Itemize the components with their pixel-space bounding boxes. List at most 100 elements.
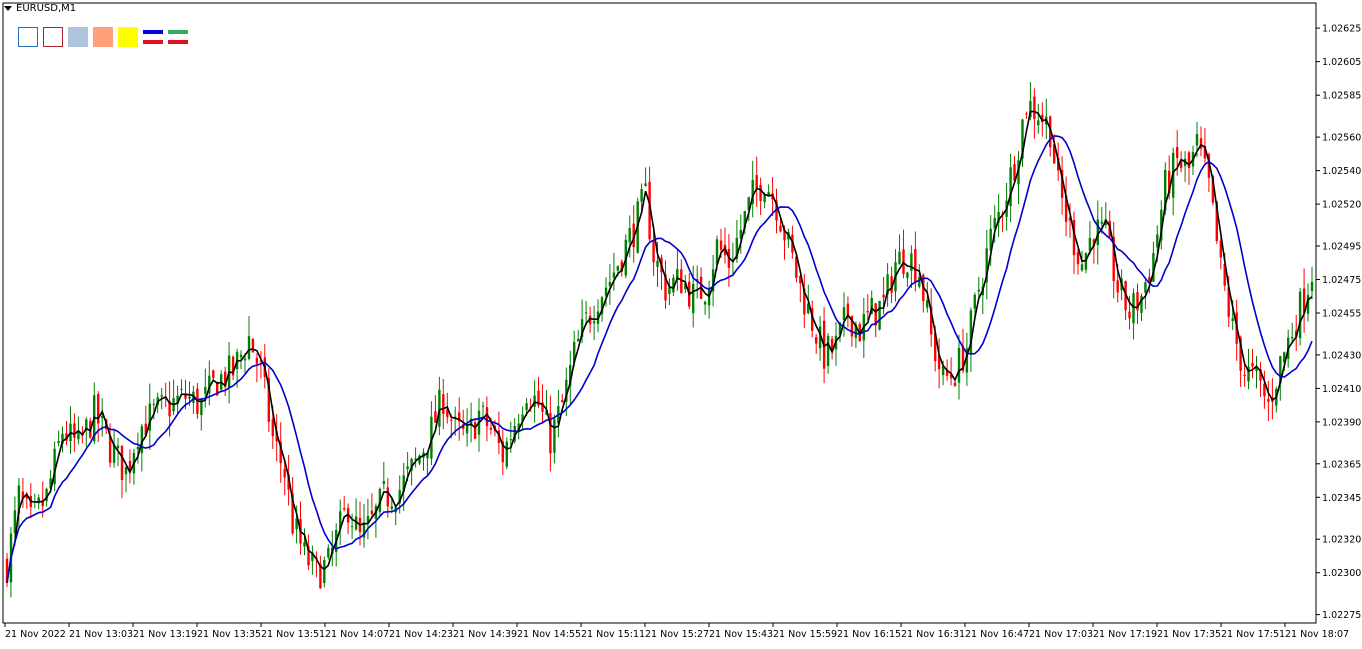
price-tick-label: 1.02520 bbox=[1322, 200, 1361, 211]
candle-bear bbox=[1251, 362, 1254, 367]
candle-bear bbox=[255, 358, 259, 364]
line-top-stroke bbox=[143, 30, 163, 34]
line-style-button-1[interactable] bbox=[143, 27, 163, 47]
candle-bull bbox=[918, 277, 921, 287]
price-tick-label: 1.02430 bbox=[1322, 350, 1361, 361]
candle-bull bbox=[509, 439, 512, 441]
time-tick-label: 21 Nov 15:59 bbox=[773, 629, 837, 640]
collapse-triangle-icon[interactable] bbox=[4, 6, 12, 11]
candle-bear bbox=[1128, 311, 1131, 319]
candle-bull bbox=[604, 287, 608, 296]
price-tick-label: 1.02320 bbox=[1322, 535, 1361, 546]
candle-bull bbox=[481, 405, 485, 407]
time-tick-label: 21 Nov 16:15 bbox=[837, 629, 901, 640]
candle-bear bbox=[212, 370, 215, 378]
candle-bear bbox=[343, 508, 346, 510]
price-tick-label: 1.02275 bbox=[1322, 610, 1361, 621]
candle-bull bbox=[926, 300, 929, 308]
highlight-color-swatch[interactable] bbox=[118, 27, 138, 47]
candle-bull bbox=[101, 416, 104, 419]
candle-bear bbox=[1076, 252, 1080, 265]
line-style-button-2[interactable] bbox=[168, 27, 188, 47]
bear-candle-outline-swatch[interactable] bbox=[43, 27, 63, 47]
candle-bull bbox=[382, 481, 385, 484]
candle-bear bbox=[652, 240, 655, 263]
candle-bull bbox=[533, 395, 536, 407]
candle-bull bbox=[525, 403, 528, 411]
candle-bull bbox=[323, 560, 326, 583]
price-tick-label: 1.02365 bbox=[1322, 459, 1361, 470]
bull-body-color-swatch[interactable] bbox=[68, 27, 88, 47]
price-tick-label: 1.02560 bbox=[1322, 133, 1361, 144]
candle-bull bbox=[692, 284, 695, 314]
candle-bull bbox=[898, 251, 901, 265]
candle-bull bbox=[136, 446, 140, 450]
candle-bear bbox=[1033, 96, 1036, 120]
candle-bear bbox=[755, 175, 758, 189]
candle-bull bbox=[1144, 282, 1147, 293]
candle-bull bbox=[973, 294, 976, 309]
candle-bear bbox=[1116, 280, 1119, 293]
time-tick-label: 21 Nov 15:11 bbox=[581, 629, 645, 640]
candle-bull bbox=[124, 467, 128, 475]
time-axis: 21 Nov 2022 21 Nov 13:03 21 Nov 13:19 21 No… bbox=[4, 623, 1349, 640]
candle-bull bbox=[703, 301, 707, 305]
bear-body-color-swatch[interactable] bbox=[93, 27, 113, 47]
time-tick-label: 21 Nov 17:03 bbox=[1029, 629, 1093, 640]
candle-bull bbox=[1037, 120, 1040, 126]
time-tick-label: 21 Nov 14:39 bbox=[453, 629, 517, 640]
candle-bull bbox=[826, 335, 830, 366]
line-top-stroke bbox=[168, 30, 188, 34]
candle-bull bbox=[577, 338, 580, 342]
plot-frame bbox=[2, 2, 1317, 624]
time-tick-label: 21 Nov 17:35 bbox=[1157, 629, 1221, 640]
price-chart[interactable]: 1.02625 1.02605 1.02585 1.02560 1.02540 1.025… bbox=[0, 0, 1362, 645]
chart-area[interactable]: 1.02625 1.02605 1.02585 1.02560 1.02540 1.025… bbox=[0, 0, 1362, 645]
candle-bear bbox=[561, 400, 564, 403]
bull-candle-outline-swatch[interactable] bbox=[18, 27, 38, 47]
candle-bull bbox=[608, 282, 612, 286]
candle-bull bbox=[243, 358, 247, 361]
candle-bull bbox=[465, 425, 469, 434]
candle-bull bbox=[584, 312, 588, 314]
candle-bear bbox=[283, 468, 286, 478]
candle-bear bbox=[882, 294, 885, 298]
candle-bull bbox=[505, 441, 508, 467]
candle-bull bbox=[910, 253, 913, 271]
candle-bear bbox=[450, 419, 453, 421]
candle-bear bbox=[1267, 399, 1270, 402]
time-tick-label: 21 Nov 2022 bbox=[5, 629, 66, 640]
time-tick-label: 21 Nov 14:23 bbox=[389, 629, 453, 640]
candle-bull bbox=[656, 260, 659, 267]
candle-bull bbox=[957, 347, 961, 383]
candle-bull bbox=[1310, 282, 1314, 292]
color-toolbar bbox=[18, 27, 188, 47]
time-tick-label: 21 Nov 16:47 bbox=[965, 629, 1029, 640]
time-tick-label: 21 Nov 15:27 bbox=[645, 629, 709, 640]
candle-bear bbox=[914, 249, 917, 283]
time-tick-label: 21 Nov 13:35 bbox=[197, 629, 261, 640]
line-bottom-stroke bbox=[168, 40, 188, 44]
time-tick-label: 21 Nov 14:07 bbox=[325, 629, 389, 640]
chart-title[interactable]: EURUSD,M1 bbox=[4, 3, 76, 14]
candle-bull bbox=[612, 272, 616, 278]
candle-bull bbox=[204, 387, 207, 394]
candle-bull bbox=[592, 321, 596, 324]
candle-bull bbox=[1291, 337, 1294, 339]
candle-bull bbox=[842, 307, 846, 321]
candle-bull bbox=[878, 300, 881, 330]
price-tick-label: 1.02300 bbox=[1322, 568, 1361, 579]
candle-bear bbox=[473, 422, 477, 439]
candle-bull bbox=[116, 445, 120, 448]
candle-bull bbox=[616, 266, 619, 271]
time-tick-label: 21 Nov 13:19 bbox=[133, 629, 197, 640]
candle-bear bbox=[370, 510, 374, 515]
candle-bear bbox=[866, 311, 869, 313]
candle-bull bbox=[303, 542, 306, 547]
candle-bull bbox=[1156, 234, 1159, 248]
candle-bull bbox=[640, 189, 643, 202]
candle-bear bbox=[759, 184, 762, 201]
candle-bear bbox=[1176, 147, 1179, 158]
candle-bear bbox=[779, 225, 782, 232]
time-tick-label: 21 Nov 15:43 bbox=[709, 629, 773, 640]
